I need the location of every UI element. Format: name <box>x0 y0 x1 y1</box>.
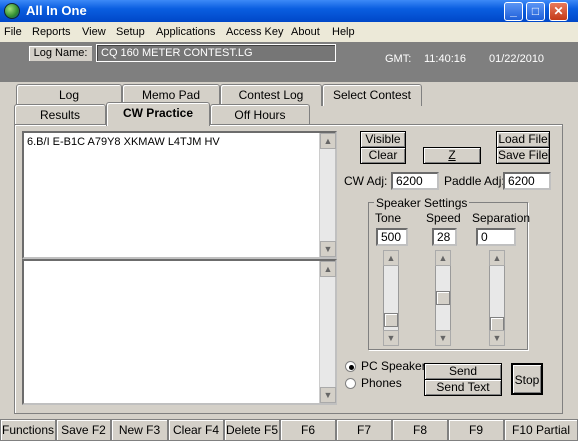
maximize-button[interactable]: □ <box>526 2 545 21</box>
separation-label: Separation <box>472 211 531 225</box>
new-f3-key[interactable]: New F3 <box>111 419 168 441</box>
slider-up-icon[interactable]: ▲ <box>489 250 505 266</box>
date-value: 01/22/2010 <box>489 53 545 65</box>
tab-results[interactable]: Results <box>14 104 106 126</box>
tab-select-contest[interactable]: Select Contest <box>322 84 422 106</box>
speed-field[interactable]: 28 <box>432 228 457 246</box>
speed-slider-thumb[interactable] <box>436 291 450 305</box>
tone-slider[interactable]: ▲ ▼ <box>383 250 399 346</box>
speed-slider[interactable]: ▲ ▼ <box>435 250 451 346</box>
load-file-button[interactable]: Load File <box>496 131 550 148</box>
scroll-down-icon[interactable]: ▼ <box>320 387 336 403</box>
menu-bar: File Reports View Setup Applications Acc… <box>0 22 578 42</box>
f6-key[interactable]: F6 <box>280 419 336 441</box>
globe-icon <box>4 3 20 19</box>
slider-down-icon[interactable]: ▼ <box>435 330 451 346</box>
menu-help[interactable]: Help <box>332 26 355 38</box>
tone-label: Tone <box>375 211 402 225</box>
clear-button[interactable]: Clear <box>360 147 406 164</box>
cw-adj-label: CW Adj: <box>344 174 388 188</box>
scroll-up-icon[interactable]: ▲ <box>320 261 336 277</box>
window-title: All In One <box>26 3 87 18</box>
log-name-field: CQ 160 METER CONTEST.LG <box>96 44 336 62</box>
f7-key[interactable]: F7 <box>336 419 392 441</box>
close-button[interactable]: ✕ <box>549 2 568 21</box>
tab-contest-log[interactable]: Contest Log <box>220 84 322 106</box>
scroll-up-icon[interactable]: ▲ <box>320 133 336 149</box>
separation-slider[interactable]: ▲ ▼ <box>489 250 505 346</box>
practice-text-scrollbar[interactable]: ▲ ▼ <box>319 133 336 257</box>
tab-off-hours[interactable]: Off Hours <box>210 104 310 126</box>
stop-button[interactable]: Stop <box>511 363 543 395</box>
sent-text-area[interactable]: ▲ ▼ <box>22 259 337 405</box>
send-text-button[interactable]: Send Text <box>424 379 502 396</box>
menu-applications[interactable]: Applications <box>156 26 215 38</box>
tab-cw-practice[interactable]: CW Practice <box>106 102 210 126</box>
slider-up-icon[interactable]: ▲ <box>383 250 399 266</box>
functions-key[interactable]: Functions <box>0 419 56 441</box>
delete-f5-key[interactable]: Delete F5 <box>224 419 280 441</box>
phones-radio[interactable] <box>345 378 356 389</box>
separation-slider-thumb[interactable] <box>490 317 504 331</box>
log-name-label: Log Name: <box>28 45 93 62</box>
gmt-time: 11:40:16 <box>424 53 467 65</box>
practice-text-area[interactable]: 6.B/I E-B1C A79Y8 XKMAW L4TJM HV ▲ ▼ <box>22 131 337 259</box>
clear-f4-key[interactable]: Clear F4 <box>168 419 224 441</box>
slider-down-icon[interactable]: ▼ <box>489 330 505 346</box>
visible-button[interactable]: Visible <box>360 131 406 148</box>
menu-reports[interactable]: Reports <box>32 26 71 38</box>
save-f2-key[interactable]: Save F2 <box>56 419 111 441</box>
menu-setup[interactable]: Setup <box>116 26 145 38</box>
save-file-button[interactable]: Save File <box>496 147 550 164</box>
tone-slider-thumb[interactable] <box>384 313 398 327</box>
menu-view[interactable]: View <box>82 26 106 38</box>
separation-field[interactable]: 0 <box>476 228 516 246</box>
pc-speaker-label: PC Speaker <box>361 359 426 373</box>
tone-field[interactable]: 500 <box>376 228 408 246</box>
slider-up-icon[interactable]: ▲ <box>435 250 451 266</box>
pc-speaker-radio[interactable] <box>345 361 356 372</box>
phones-label: Phones <box>361 376 402 390</box>
f9-key[interactable]: F9 <box>448 419 504 441</box>
practice-text: 6.B/I E-B1C A79Y8 XKMAW L4TJM HV <box>27 136 220 148</box>
scroll-down-icon[interactable]: ▼ <box>320 241 336 257</box>
paddle-adj-label: Paddle Adj: <box>444 174 505 188</box>
gmt-label: GMT: <box>385 53 412 65</box>
menu-about[interactable]: About <box>291 26 320 38</box>
menu-access-key[interactable]: Access Key <box>226 26 283 38</box>
slider-down-icon[interactable]: ▼ <box>383 330 399 346</box>
cw-adj-field[interactable]: 6200 <box>391 172 439 190</box>
minimize-button[interactable]: _ <box>504 2 523 21</box>
sent-text-scrollbar[interactable]: ▲ ▼ <box>319 261 336 403</box>
title-bar <box>0 0 578 22</box>
paddle-adj-field[interactable]: 6200 <box>503 172 551 190</box>
z-button[interactable]: Z <box>423 147 481 164</box>
speaker-settings-label: Speaker Settings <box>374 196 470 210</box>
send-random-button[interactable]: Send Random <box>424 363 502 393</box>
f8-key[interactable]: F8 <box>392 419 448 441</box>
f10-partial-key[interactable]: F10 Partial <box>504 419 578 441</box>
menu-file[interactable]: File <box>4 26 22 38</box>
speed-label: Speed <box>426 211 461 225</box>
